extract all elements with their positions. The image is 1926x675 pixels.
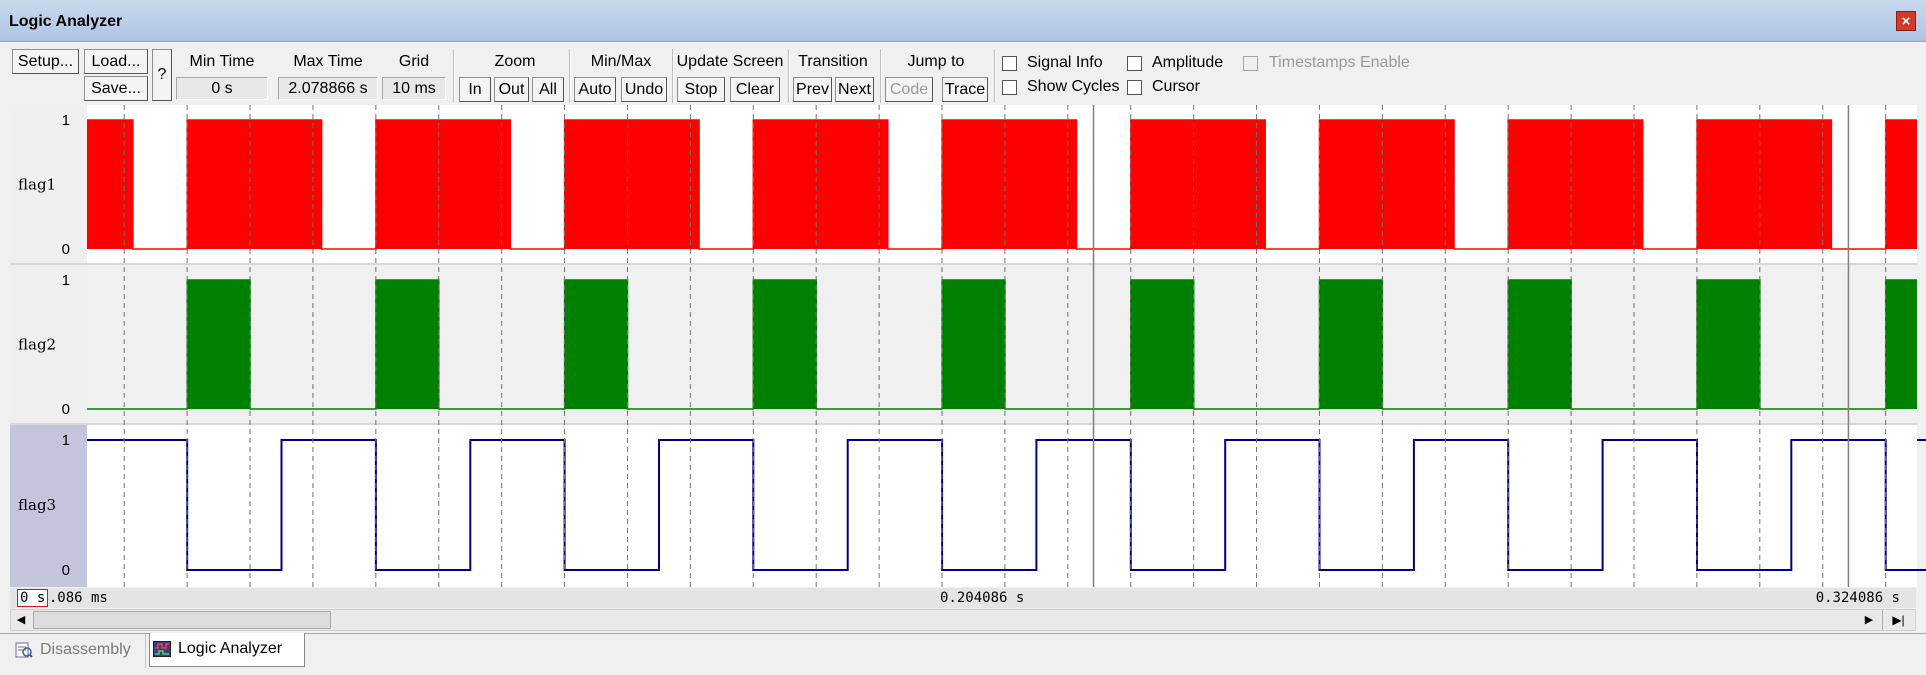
flag2-high-pulse: [375, 280, 439, 409]
horizontal-scrollbar[interactable]: ◀ ▶ ▶|: [10, 609, 1916, 631]
flag1-high-pulse: [375, 120, 511, 249]
flag3-high-level-label: 1: [62, 432, 70, 449]
flag1-high-pulse: [1696, 120, 1832, 249]
scroll-right-arrow-icon[interactable]: ▶: [1859, 610, 1879, 630]
flag2-high-pulse: [1508, 280, 1572, 409]
tab-logic-analyzer-label: Logic Analyzer: [178, 640, 283, 657]
flag3-low-level-label: 0: [62, 562, 70, 579]
flag2-high-pulse: [942, 280, 1005, 409]
flag1-high-pulse: [1508, 120, 1643, 249]
tab-disassembly[interactable]: Disassembly: [12, 634, 146, 668]
flag2-high-pulse: [1130, 280, 1194, 409]
tab-logic-analyzer[interactable]: Logic Analyzer: [149, 633, 305, 667]
flag2-name-label: flag2: [18, 336, 56, 354]
signal-lane-bg: [87, 425, 1917, 587]
time-axis-mid-label: 0.204086 s: [940, 590, 1025, 606]
tab-disassembly-label: Disassembly: [40, 641, 131, 658]
flag1-high-pulse: [87, 120, 133, 249]
flag2-low-level-label: 0: [62, 401, 70, 418]
flag1-high-pulse: [187, 120, 322, 249]
flag2-high-pulse: [1319, 280, 1383, 409]
flag2-high-pulse: [1885, 280, 1917, 409]
flag3-name-label: flag3: [18, 496, 56, 514]
cursor-time-value: 0 s: [17, 589, 48, 607]
time-axis: 44.086 ms 0.204086 s 0.324086 s: [10, 588, 1916, 608]
scrollbar-thumb[interactable]: [33, 611, 331, 629]
disassembly-icon: [15, 642, 33, 658]
scroll-left-arrow-icon[interactable]: ◀: [11, 610, 31, 630]
flag1-high-pulse: [564, 120, 700, 249]
flag1-high-pulse: [942, 120, 1077, 249]
waveform-display[interactable]: 1 0 flag1 1 0 flag2 1 0 flag3: [0, 0, 1926, 588]
flag1-name-label: flag1: [18, 176, 56, 194]
flag1-high-pulse: [1319, 120, 1454, 249]
flag2-high-pulse: [1696, 280, 1760, 409]
flag1-low-level-label: 0: [62, 241, 70, 258]
flag1-high-pulse: [1130, 120, 1266, 249]
logic-analyzer-icon: [153, 641, 171, 657]
flag2-high-pulse: [187, 280, 251, 409]
flag2-high-level-label: 1: [62, 272, 70, 289]
flag1-high-pulse: [1885, 120, 1917, 249]
tab-bar: Disassembly Logic Analyzer: [0, 633, 1926, 675]
flag1-high-pulse: [753, 120, 888, 249]
flag2-high-pulse: [564, 280, 628, 409]
flag1-high-level-label: 1: [62, 112, 70, 129]
flag2-high-pulse: [753, 280, 817, 409]
scroll-to-end-icon[interactable]: ▶|: [1882, 610, 1914, 630]
time-axis-end-label: 0.324086 s: [1815, 590, 1900, 606]
